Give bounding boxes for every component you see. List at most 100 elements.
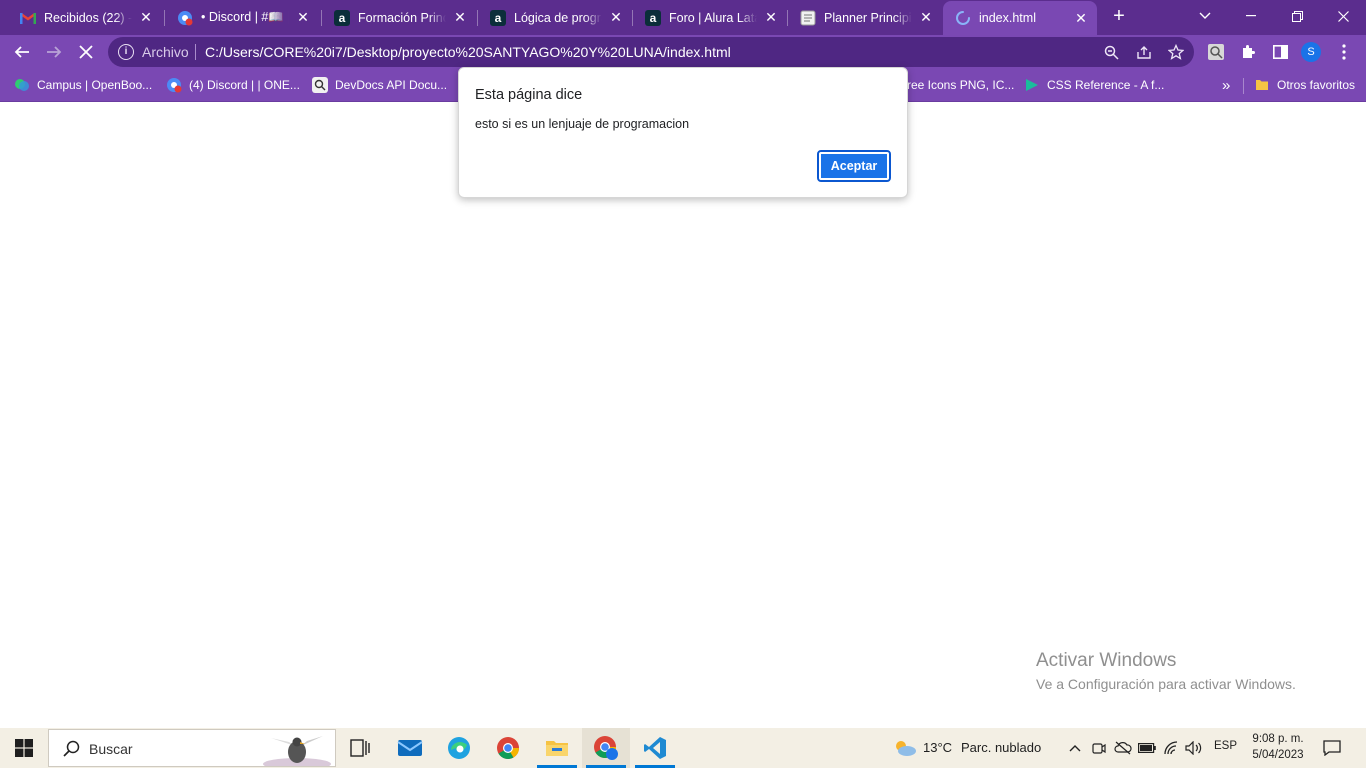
wifi-icon[interactable] [1161,738,1181,758]
start-button[interactable] [0,728,48,768]
show-hidden-icons-chevron-icon[interactable] [1065,738,1085,758]
close-tab-icon[interactable]: ✕ [138,9,154,26]
battery-icon[interactable] [1137,738,1157,758]
tab-alura-logica[interactable]: a Lógica de progra ✕ [478,2,632,33]
forward-button[interactable] [41,39,67,65]
bookmark-separator [1243,78,1244,94]
tab-gmail[interactable]: Recibidos (22) - s ✕ [8,2,162,33]
bookmark-campus[interactable]: Campus | OpenBoo... [14,76,152,94]
taskbar-app-chrome-profile[interactable] [582,728,630,768]
close-icon [1337,10,1349,22]
close-tab-icon[interactable]: ✕ [452,9,468,26]
input-language[interactable]: ESP [1214,740,1237,752]
back-button[interactable] [9,39,35,65]
svg-text:a: a [495,11,502,25]
bookmark-label: (4) Discord | | ONE... [189,78,300,92]
address-bar[interactable]: i Archivo C:/Users/CORE%20i7/Desktop/pro… [108,37,1194,67]
vscode-icon [644,737,666,759]
bookmark-label: ree Icons PNG, IC... [907,78,1015,92]
search-highlight-bird-icon [263,736,331,766]
taskbar-app-edge[interactable] [435,728,483,768]
forward-arrow-icon [47,46,62,58]
close-tab-icon[interactable]: ✕ [608,9,624,26]
system-clock[interactable]: 9:08 p. m. 5/04/2023 [1244,731,1312,763]
tab-title: index.html [979,11,1036,25]
zoom-icon[interactable] [1101,42,1121,62]
volume-icon[interactable] [1184,738,1204,758]
accept-button[interactable]: Aceptar [817,150,891,182]
discord-chrome-icon [166,77,182,93]
watermark-subtitle: Ve a Configuración para activar Windows. [1036,676,1296,692]
tab-title: • Discord | #📖 |u [201,10,289,24]
menu-kebab-icon[interactable] [1333,41,1355,63]
close-window-button[interactable] [1320,0,1366,32]
task-view-button[interactable] [336,728,384,768]
svg-text:a: a [650,11,657,25]
gmail-icon [20,10,36,26]
bookmark-label: Campus | OpenBoo... [37,78,153,92]
taskbar-app-file-explorer[interactable] [533,728,581,768]
notifications-icon[interactable] [1322,738,1342,758]
tab-title: Planner Principiante [824,10,912,25]
folder-icon [546,741,568,756]
minimize-button[interactable] [1228,0,1274,32]
close-tab-icon[interactable]: ✕ [918,9,934,26]
extension-search-icon[interactable] [1205,41,1227,63]
share-icon[interactable] [1134,42,1154,62]
stop-loading-button[interactable] [73,39,99,65]
bookmark-css-reference[interactable]: CSS Reference - A f... [1024,76,1164,94]
tab-index-active[interactable]: index.html ✕ [943,1,1097,35]
tab-search-button[interactable] [1182,0,1228,32]
tab-alura-foro[interactable]: a Foro | Alura Latam ✕ [633,2,787,33]
search-icon [63,740,80,757]
close-tab-icon[interactable]: ✕ [763,9,779,26]
weather-temperature[interactable]: 13°C [923,740,952,755]
site-info-icon[interactable]: i [118,44,134,60]
dialog-title: Esta página dice [475,87,583,103]
omnibox-separator [195,44,196,60]
weather-icon[interactable] [892,738,918,758]
taskbar-app-chrome[interactable] [484,728,532,768]
side-panel-icon[interactable] [1269,41,1291,63]
bookmark-devdocs[interactable]: DevDocs API Docu... [312,76,447,94]
openbootcamp-icon [14,77,30,93]
bookmark-discord[interactable]: (4) Discord | | ONE... [166,76,300,94]
bookmarks-overflow-button[interactable]: » [1222,76,1230,94]
bookmark-star-icon[interactable] [1166,42,1186,62]
tab-title: Formación Principi [358,10,446,25]
taskbar-app-vscode[interactable] [631,728,679,768]
alura-icon: a [645,9,661,26]
tab-planner[interactable]: Planner Principiante ✕ [788,2,942,33]
clock-time: 9:08 p. m. [1252,733,1304,745]
restore-button[interactable] [1274,0,1320,32]
svg-text:a: a [339,11,346,25]
weather-condition[interactable]: Parc. nublado [961,740,1041,755]
scheme-label: Archivo [142,44,189,60]
bookmark-free-icons[interactable]: ree Icons PNG, IC... [907,76,1014,94]
tab-title: Recibidos (22) - s [44,10,132,25]
bookmark-label: Otros favoritos [1277,78,1356,92]
extensions-puzzle-icon[interactable] [1237,41,1259,63]
close-tab-icon[interactable]: ✕ [1073,10,1089,26]
tab-alura-formacion[interactable]: a Formación Principi ✕ [322,2,476,33]
windows-logo-icon [15,739,33,757]
new-tab-button[interactable]: + [1108,6,1130,28]
activate-windows-watermark: Activar Windows Ve a Configuración para … [1036,650,1296,692]
onedrive-paused-icon[interactable] [1113,738,1133,758]
url-text[interactable]: C:/Users/CORE%20i7/Desktop/proyecto%20SA… [205,44,731,60]
profile-avatar[interactable]: S [1301,42,1321,62]
bookmark-label: DevDocs API Docu... [335,78,448,92]
close-tab-icon[interactable]: ✕ [295,9,311,26]
chrome-icon [497,737,519,759]
taskbar-app-mail[interactable] [386,728,434,768]
back-arrow-icon [14,46,29,58]
tab-discord[interactable]: • Discord | #📖 |u ✕ [165,2,319,33]
css-reference-icon [1024,77,1040,93]
meet-now-icon[interactable] [1089,738,1109,758]
other-bookmarks-folder[interactable]: Otros favoritos [1254,76,1355,94]
tab-strip: Recibidos (22) - s ✕ • Discord | #📖 |u ✕… [0,0,1366,35]
search-placeholder: Buscar [89,741,133,757]
taskbar-search[interactable]: Buscar [48,729,336,767]
alura-icon: a [334,9,350,26]
restore-icon [1291,10,1303,22]
